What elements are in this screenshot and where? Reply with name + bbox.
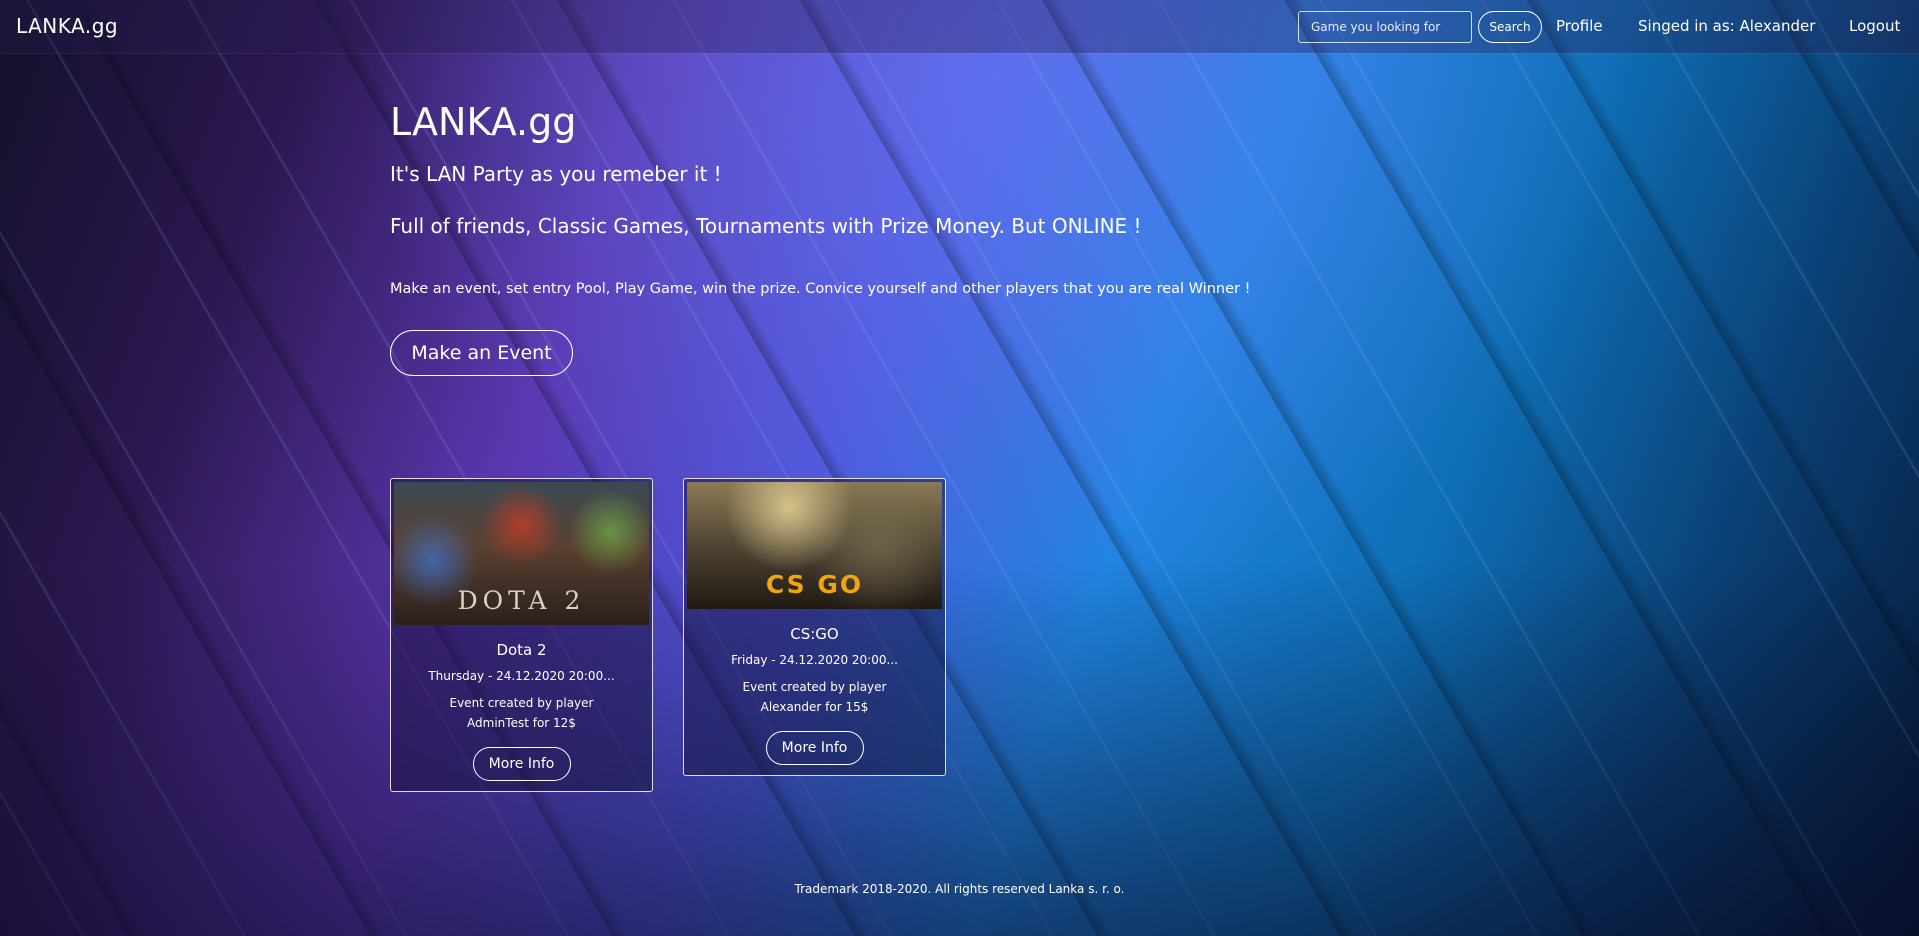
event-creator: Event created by player Alexander for 15… <box>742 680 887 714</box>
top-navbar: LANKA.gg Search Profile Singed in as: Al… <box>0 0 1919 53</box>
event-card-dota2: DOTA 2 Dota 2 Thursday - 24.12.2020 20:0… <box>390 478 653 792</box>
event-card-csgo: CS GO CS:GO Friday - 24.12.2020 20:00...… <box>683 478 946 776</box>
event-creator: Event created by player AdminTest for 12… <box>449 696 594 730</box>
page-title: LANKA.gg <box>390 100 577 144</box>
event-date: Thursday - 24.12.2020 20:00... <box>428 669 615 683</box>
hero-subtagline: Full of friends, Classic Games, Tourname… <box>390 214 1142 238</box>
dota2-logo-text: DOTA 2 <box>457 586 586 615</box>
footer-copyright: Trademark 2018-2020. All rights reserved… <box>794 882 1125 896</box>
event-date: Friday - 24.12.2020 20:00... <box>731 653 898 667</box>
profile-link[interactable]: Profile <box>1556 17 1603 35</box>
search-button[interactable]: Search <box>1478 11 1542 43</box>
event-game-title: Dota 2 <box>496 641 547 659</box>
more-info-button[interactable]: More Info <box>472 747 571 781</box>
brand-logo-link[interactable]: LANKA.gg <box>16 14 118 38</box>
hero-description: Make an event, set entry Pool, Play Game… <box>390 281 1251 297</box>
logout-link[interactable]: Logout <box>1849 17 1900 35</box>
event-game-title: CS:GO <box>790 625 839 643</box>
make-event-button[interactable]: Make an Event <box>390 330 573 376</box>
search-input[interactable] <box>1298 11 1472 43</box>
more-info-button[interactable]: More Info <box>765 731 864 765</box>
csgo-game-image: CS GO <box>687 482 942 609</box>
dota2-game-image: DOTA 2 <box>394 482 649 625</box>
hero-tagline: It's LAN Party as you remeber it ! <box>390 162 722 186</box>
signed-in-user-link[interactable]: Singed in as: Alexander <box>1638 17 1815 35</box>
csgo-logo-text: CS GO <box>765 570 864 599</box>
